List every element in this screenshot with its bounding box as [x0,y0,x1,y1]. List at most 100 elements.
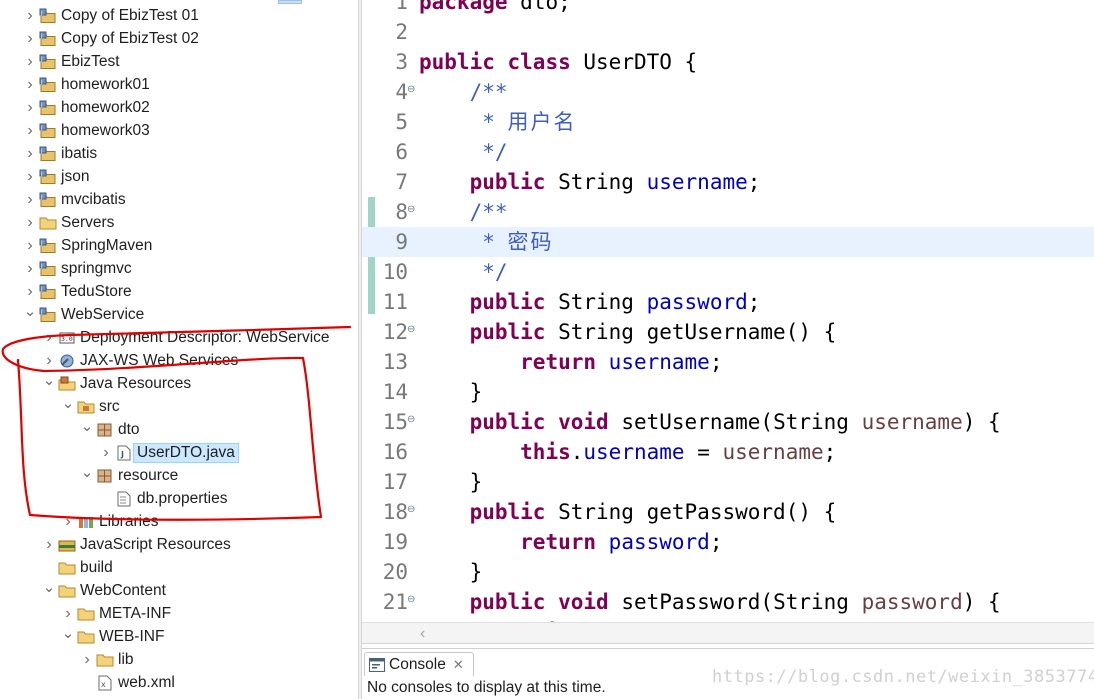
collapse-chevron-icon[interactable] [24,9,36,23]
collapse-chevron-icon[interactable] [81,653,93,667]
tree-item[interactable]: db.properties [100,487,227,510]
code-line[interactable]: 9 * 密码 [362,227,1094,257]
tree-item[interactable]: Jmvcibatis [24,188,126,211]
collapse-chevron-icon[interactable] [43,354,55,368]
svg-text:x: x [101,680,106,689]
expand-chevron-icon[interactable] [43,377,55,391]
tree-item[interactable]: Jibatis [24,142,97,165]
collapse-chevron-icon[interactable] [24,32,36,46]
collapse-chevron-icon[interactable] [43,538,55,552]
tree-item[interactable]: x web.xml [81,671,175,694]
expand-chevron-icon[interactable] [81,469,93,483]
code-line[interactable]: 11 public String password; [362,287,1094,317]
collapse-chevron-icon[interactable] [24,101,36,115]
code-line[interactable]: 12 ⊖ public String getUsername() { [362,317,1094,347]
tree-item[interactable]: lib [81,648,134,671]
collapse-chevron-icon[interactable] [24,262,36,276]
tree-item[interactable]: Jhomework02 [24,96,150,119]
code-text: this.username = username; [520,440,837,464]
tree-item[interactable]: META-INF [62,602,171,625]
code-line[interactable]: 4 ⊖ /** [362,77,1094,107]
package-icon [97,423,112,436]
code-line[interactable]: 3 public class UserDTO { [362,47,1094,77]
tree-item[interactable]: Java Resources [43,372,191,395]
expand-chevron-icon[interactable] [43,584,55,598]
code-line[interactable]: 10 */ [362,257,1094,287]
java-editor[interactable]: 1 package dto; 2 3 public class UserDTO {4 ⊖ … [362,0,1094,622]
tree-item[interactable]: JAX-WS Web Services [43,349,238,372]
code-line[interactable]: 15 ⊖ public void setUsername(String usern… [362,407,1094,437]
explorer-scroll-thumb[interactable] [278,0,302,4]
tree-item[interactable]: WebContent [43,579,166,602]
code-line[interactable]: 13 return username; [362,347,1094,377]
tree-item[interactable]: build [43,556,113,579]
editor-horizontal-scrollbar[interactable]: ‹ [362,622,1094,644]
fold-toggle-icon[interactable]: ⊖ [407,84,415,95]
tree-item[interactable]: dto [81,418,140,441]
scroll-left-arrow-icon[interactable]: ‹ [420,625,425,643]
code-line[interactable]: 18 ⊖ public String getPassword() { [362,497,1094,527]
collapse-chevron-icon[interactable] [24,216,36,230]
close-icon[interactable]: ✕ [453,657,464,673]
tree-item[interactable]: Servers [24,211,114,234]
collapse-chevron-icon[interactable] [24,78,36,92]
tree-item[interactable]: J TeduStore [24,280,132,303]
collapse-chevron-icon[interactable] [62,607,74,621]
expand-chevron-icon[interactable] [62,400,74,414]
code-line[interactable]: 14 } [362,377,1094,407]
expand-chevron-icon[interactable] [24,308,36,322]
fold-toggle-icon[interactable]: ⊖ [407,414,415,425]
code-text: public class UserDTO { [419,50,698,74]
tree-item[interactable]: Jhomework01 [24,73,150,96]
collapse-chevron-icon[interactable] [43,331,55,345]
code-line[interactable]: 21 ⊖ public void setPassword(String passw… [362,587,1094,617]
code-line[interactable]: 6 */ [362,137,1094,167]
collapse-chevron-icon[interactable] [24,55,36,69]
tree-item[interactable]: JavaScript Resources [43,533,231,556]
tree-item-label: springmvc [61,259,132,277]
javascript-resources-icon [58,540,76,551]
code-text: /** [419,80,508,104]
code-line[interactable]: 19 return password; [362,527,1094,557]
collapse-chevron-icon[interactable] [24,170,36,184]
expand-chevron-icon[interactable] [62,630,74,644]
code-line[interactable]: 17 } [362,467,1094,497]
tree-item[interactable]: J Copy of EbizTest 02 [24,27,199,50]
collapse-chevron-icon[interactable] [100,446,112,460]
collapse-chevron-icon[interactable] [24,193,36,207]
code-line[interactable]: 2 [362,17,1094,47]
fold-toggle-icon[interactable]: ⊖ [407,324,415,335]
code-line[interactable]: 7 public String username; [362,167,1094,197]
collapse-chevron-icon[interactable] [24,239,36,253]
collapse-chevron-icon[interactable] [24,124,36,138]
code-line[interactable]: 20 } [362,557,1094,587]
tree-item[interactable]: J SpringMaven [24,234,152,257]
tree-item[interactable]: Jspringmvc [24,257,132,280]
fold-toggle-icon[interactable]: ⊖ [407,204,415,215]
tree-item[interactable]: resource [81,464,178,487]
fold-toggle-icon[interactable]: ⊖ [407,594,415,605]
line-number: 1 [395,0,408,14]
expand-chevron-icon[interactable] [81,423,93,437]
code-line[interactable]: 16 this.username = username; [362,437,1094,467]
tree-item[interactable]: 3.0 Deployment Descriptor: WebService [43,326,330,349]
code-line[interactable]: 5 * 用户名 [362,107,1094,137]
tree-item[interactable]: Jjson [24,165,89,188]
tree-item[interactable]: J EbizTest [24,50,120,73]
fold-toggle-icon[interactable]: ⊖ [407,504,415,515]
tree-item[interactable]: WEB-INF [62,625,164,648]
code-line[interactable]: 8 ⊖ /** [362,197,1094,227]
tree-item[interactable]: src [62,395,120,418]
tree-item[interactable]: Libraries [62,510,158,533]
collapse-chevron-icon[interactable] [62,515,74,529]
tree-item[interactable]: J WebService [24,303,144,326]
tree-item[interactable]: Jhomework03 [24,119,150,142]
collapse-chevron-icon[interactable] [24,285,36,299]
tree-item[interactable]: J UserDTO.java [100,441,239,464]
collapse-chevron-icon[interactable] [24,147,36,161]
code-line[interactable]: 1 package dto; [362,0,1094,17]
code-text: public String username; [469,170,761,194]
tab-console[interactable]: Console ✕ [364,652,474,676]
tree-item[interactable]: J Copy of EbizTest 01 [24,4,199,27]
